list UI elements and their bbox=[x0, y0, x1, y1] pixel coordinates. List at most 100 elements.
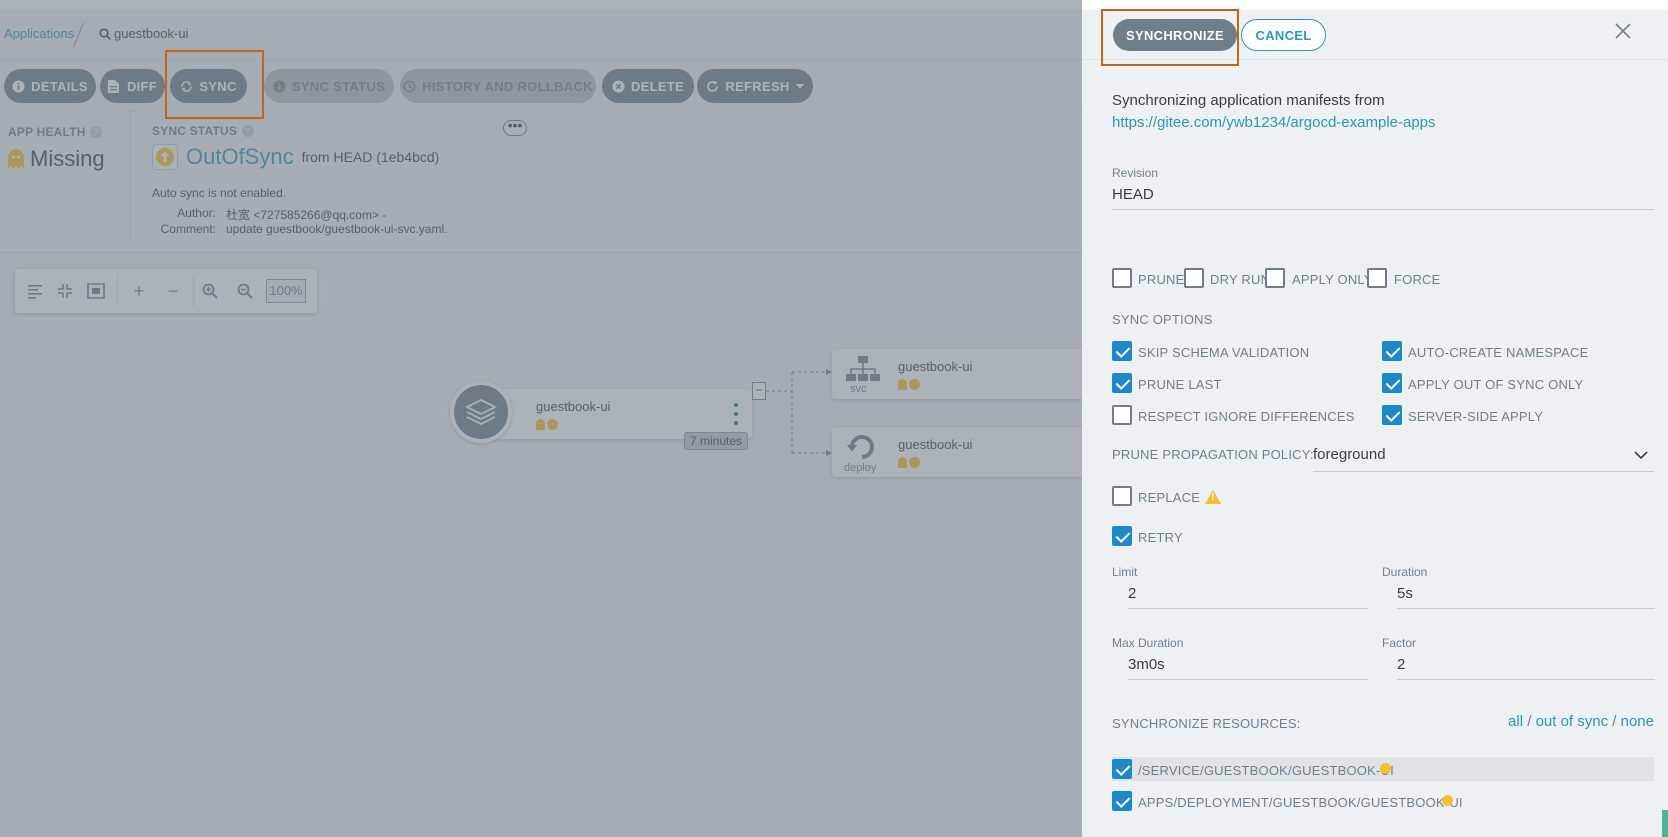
prune-checkbox[interactable] bbox=[1112, 268, 1132, 288]
info-icon bbox=[273, 80, 286, 93]
more-options-icon[interactable]: ••• bbox=[503, 118, 527, 136]
auto-create-namespace-checkbox[interactable] bbox=[1382, 341, 1402, 361]
sync-button[interactable]: SYNC bbox=[170, 69, 247, 103]
factor-input[interactable]: 2 bbox=[1397, 656, 1655, 680]
max-duration-input[interactable]: 3m0s bbox=[1128, 656, 1368, 680]
breadcrumb-separator bbox=[73, 22, 84, 48]
warning-icon[interactable] bbox=[1205, 490, 1222, 504]
select-all-link[interactable]: all bbox=[1508, 713, 1523, 730]
comment-value: update guestbook/guestbook-ui-svc.yaml. bbox=[226, 222, 448, 236]
delete-label: DELETE bbox=[630, 78, 685, 94]
breadcrumb-applications-link[interactable]: Applications bbox=[4, 26, 74, 41]
replace-checkbox[interactable] bbox=[1112, 486, 1132, 506]
force-checkbox[interactable] bbox=[1367, 268, 1387, 288]
resource-selector: all / out of sync / none bbox=[1508, 713, 1654, 730]
repo-url-link[interactable]: https://gitee.com/ywb1234/argocd-example… bbox=[1112, 114, 1436, 131]
duration-label: Duration bbox=[1382, 565, 1428, 579]
skip-schema-validation-label: SKIP SCHEMA VALIDATION bbox=[1138, 345, 1310, 360]
graph-node-name: guestbook-ui bbox=[898, 437, 973, 452]
apply-only-checkbox[interactable] bbox=[1265, 268, 1285, 288]
auto-sync-note: Auto sync is not enabled. bbox=[152, 186, 287, 200]
top-strip bbox=[0, 0, 1082, 10]
prune-policy-select[interactable]: foreground bbox=[1313, 442, 1654, 472]
graph-node-kind: deploy bbox=[844, 462, 877, 474]
prune-policy-value: foreground bbox=[1313, 446, 1386, 463]
ghost-icon bbox=[898, 379, 907, 391]
replace-label: REPLACE bbox=[1138, 490, 1222, 505]
history-label: HISTORY AND ROLLBACK bbox=[422, 78, 593, 94]
app-health-value: Missing bbox=[30, 146, 105, 171]
revision-input[interactable]: HEAD bbox=[1112, 186, 1654, 210]
ghost-icon bbox=[8, 149, 24, 169]
separator: / bbox=[1612, 713, 1617, 730]
graph-node-deployment[interactable]: deploy guestbook-ui bbox=[832, 427, 1082, 477]
sync-label: SYNC bbox=[199, 78, 237, 94]
delete-button[interactable]: DELETE bbox=[602, 69, 694, 103]
sync-status-value[interactable]: OutOfSync bbox=[186, 144, 294, 170]
arrow-up-circle-icon bbox=[1380, 763, 1391, 774]
sync-revision: from HEAD (1eb4bcd) bbox=[301, 149, 440, 165]
details-label: DETAILS bbox=[31, 78, 88, 94]
resource-row[interactable]: /SERVICE/GUESTBOOK/GUESTBOOK-UI bbox=[1112, 757, 1654, 781]
duration-input[interactable]: 5s bbox=[1397, 585, 1655, 609]
details-button[interactable]: DETAILS bbox=[4, 69, 96, 103]
sync-panel-header: SYNCHRONIZE CANCEL bbox=[1082, 10, 1668, 60]
prune-last-checkbox[interactable] bbox=[1112, 373, 1132, 393]
deploy-icon bbox=[847, 435, 874, 459]
resource-checkbox[interactable] bbox=[1112, 759, 1132, 779]
sync-status-label: SYNC STATUS bbox=[291, 78, 386, 94]
close-circle-icon bbox=[612, 80, 625, 93]
diff-label: DIFF bbox=[126, 78, 158, 94]
graph-edges bbox=[760, 369, 832, 456]
resource-row[interactable]: APPS/DEPLOYMENT/GUESTBOOK/GUESTBOOK-UI bbox=[1112, 789, 1654, 813]
arrow-up-circle-icon bbox=[547, 419, 558, 431]
resource-label: APPS/DEPLOYMENT/GUESTBOOK/GUESTBOOK-UI bbox=[1138, 795, 1463, 810]
app-toolbar: DETAILS DIFF SYNC SYNC STATUS HISTORY AN… bbox=[0, 61, 1082, 111]
server-side-apply-label: SERVER-SIDE APPLY bbox=[1408, 409, 1544, 424]
retry-checkbox[interactable] bbox=[1112, 526, 1132, 546]
arrow-up-circle-icon bbox=[1442, 795, 1453, 806]
diff-button[interactable]: DIFF bbox=[100, 69, 165, 103]
help-icon[interactable]: ? bbox=[241, 125, 254, 137]
limit-input[interactable]: 2 bbox=[1128, 585, 1368, 609]
application-view: Applications guestbook-ui DETAILS DIFF S… bbox=[0, 0, 1082, 837]
resource-label: /SERVICE/GUESTBOOK/GUESTBOOK-UI bbox=[1138, 763, 1394, 778]
prune-policy-label: PRUNE PROPAGATION POLICY: bbox=[1112, 447, 1314, 462]
dry-run-checkbox[interactable] bbox=[1184, 268, 1204, 288]
app-health-status: Missing bbox=[8, 146, 105, 172]
layers-icon[interactable] bbox=[450, 381, 512, 443]
dry-run-label: DRY RUN bbox=[1210, 272, 1271, 287]
resource-checkbox[interactable] bbox=[1112, 791, 1132, 811]
collapse-toggle-icon[interactable]: − bbox=[752, 382, 766, 400]
cancel-button[interactable]: CANCEL bbox=[1241, 19, 1326, 51]
graph-node-status bbox=[898, 454, 922, 472]
factor-label: Factor bbox=[1382, 636, 1417, 650]
help-icon[interactable]: ? bbox=[90, 126, 103, 138]
history-rollback-button[interactable]: HISTORY AND ROLLBACK bbox=[400, 69, 596, 103]
node-menu-icon[interactable] bbox=[734, 403, 738, 425]
author-value: 杜宽 <727585266@qq.com> - bbox=[226, 208, 387, 222]
breadcrumb-current[interactable]: guestbook-ui bbox=[99, 26, 188, 41]
sync-status-button[interactable]: SYNC STATUS bbox=[264, 69, 394, 103]
refresh-label: REFRESH bbox=[725, 78, 790, 94]
close-icon[interactable] bbox=[1612, 22, 1634, 44]
select-none-link[interactable]: none bbox=[1621, 713, 1654, 730]
apply-out-of-sync-only-checkbox[interactable] bbox=[1382, 373, 1402, 393]
divider bbox=[130, 111, 131, 245]
refresh-button[interactable]: REFRESH bbox=[697, 69, 813, 103]
force-label: FORCE bbox=[1394, 272, 1441, 287]
respect-ignore-differences-label: RESPECT IGNORE DIFFERENCES bbox=[1138, 409, 1355, 424]
respect-ignore-differences-checkbox[interactable] bbox=[1112, 405, 1132, 425]
skip-schema-validation-checkbox[interactable] bbox=[1112, 341, 1132, 361]
scrollbar-thumb[interactable] bbox=[1662, 810, 1668, 837]
app-summary: APP HEALTH ? Missing SYNC STATUS ? OutOf… bbox=[0, 111, 1082, 253]
apply-only-label: APPLY ONLY bbox=[1292, 272, 1373, 287]
graph-node-service[interactable]: svc guestbook-ui bbox=[832, 349, 1082, 399]
synchronize-button[interactable]: SYNCHRONIZE bbox=[1113, 19, 1237, 51]
apply-out-of-sync-only-label: APPLY OUT OF SYNC ONLY bbox=[1408, 377, 1584, 392]
server-side-apply-checkbox[interactable] bbox=[1382, 405, 1402, 425]
graph-node-name: guestbook-ui bbox=[898, 359, 973, 374]
sync-icon bbox=[180, 80, 193, 93]
select-out-of-sync-link[interactable]: out of sync bbox=[1536, 713, 1609, 730]
separator: / bbox=[1527, 713, 1532, 730]
